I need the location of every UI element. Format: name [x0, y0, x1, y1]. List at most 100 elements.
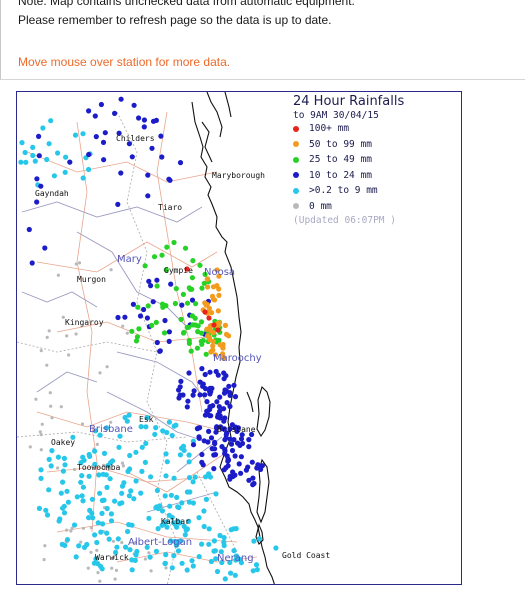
station-marker[interactable]	[133, 449, 139, 455]
station-marker[interactable]	[65, 528, 69, 532]
station-marker[interactable]	[195, 425, 202, 431]
station-marker[interactable]	[44, 512, 51, 518]
station-marker[interactable]	[227, 473, 233, 479]
station-marker[interactable]	[79, 473, 85, 479]
station-marker[interactable]	[232, 472, 238, 478]
station-marker[interactable]	[126, 522, 132, 528]
station-marker[interactable]	[182, 245, 189, 251]
station-marker[interactable]	[217, 532, 223, 539]
station-marker[interactable]	[101, 157, 107, 163]
station-marker[interactable]	[202, 309, 208, 315]
station-marker[interactable]	[176, 395, 182, 401]
station-marker[interactable]	[222, 437, 228, 443]
station-marker[interactable]	[197, 392, 203, 398]
station-marker[interactable]	[89, 526, 93, 530]
station-marker[interactable]	[48, 391, 52, 395]
station-marker[interactable]	[146, 278, 152, 284]
station-marker[interactable]	[81, 544, 88, 550]
station-marker[interactable]	[206, 305, 212, 311]
station-marker[interactable]	[86, 566, 90, 570]
station-marker[interactable]	[213, 491, 219, 497]
station-marker[interactable]	[149, 145, 155, 151]
station-marker[interactable]	[186, 340, 192, 346]
station-marker[interactable]	[227, 403, 233, 409]
station-marker[interactable]	[171, 423, 177, 429]
station-marker[interactable]	[145, 172, 151, 178]
station-marker[interactable]	[121, 464, 125, 468]
station-marker[interactable]	[171, 553, 177, 559]
station-marker[interactable]	[19, 140, 25, 146]
station-marker[interactable]	[168, 492, 174, 498]
station-marker[interactable]	[199, 541, 205, 547]
station-marker[interactable]	[163, 552, 169, 558]
station-marker[interactable]	[168, 281, 174, 287]
station-marker[interactable]	[86, 473, 92, 479]
station-marker[interactable]	[217, 413, 223, 419]
station-marker[interactable]	[199, 366, 205, 372]
station-marker[interactable]	[211, 548, 217, 554]
station-marker[interactable]	[162, 560, 168, 567]
station-marker[interactable]	[115, 314, 121, 321]
station-marker[interactable]	[56, 273, 61, 277]
station-marker[interactable]	[207, 369, 213, 375]
station-marker[interactable]	[175, 504, 181, 510]
station-marker[interactable]	[80, 175, 86, 181]
station-marker[interactable]	[178, 445, 185, 451]
station-marker[interactable]	[198, 319, 205, 325]
station-marker[interactable]	[192, 315, 198, 321]
station-marker[interactable]	[255, 462, 261, 468]
station-marker[interactable]	[86, 451, 92, 458]
station-marker[interactable]	[211, 538, 217, 544]
station-marker[interactable]	[128, 488, 134, 494]
station-marker[interactable]	[169, 432, 175, 439]
station-marker[interactable]	[179, 302, 185, 308]
station-marker[interactable]	[147, 554, 153, 560]
station-marker[interactable]	[253, 562, 260, 568]
station-marker[interactable]	[158, 133, 164, 139]
station-marker[interactable]	[150, 118, 157, 124]
station-marker[interactable]	[81, 526, 85, 530]
station-marker[interactable]	[110, 566, 114, 570]
station-marker[interactable]	[143, 424, 149, 430]
station-marker[interactable]	[112, 498, 118, 504]
station-marker[interactable]	[55, 454, 62, 460]
station-marker[interactable]	[93, 134, 99, 140]
station-marker[interactable]	[146, 515, 152, 521]
station-marker[interactable]	[143, 557, 147, 561]
station-marker[interactable]	[236, 461, 242, 467]
station-marker[interactable]	[222, 448, 228, 454]
station-marker[interactable]	[164, 429, 170, 436]
station-marker[interactable]	[210, 347, 216, 353]
station-marker[interactable]	[30, 152, 36, 159]
station-marker[interactable]	[238, 454, 244, 460]
station-marker[interactable]	[38, 430, 42, 434]
station-marker[interactable]	[212, 297, 218, 303]
station-marker[interactable]	[208, 413, 214, 419]
station-marker[interactable]	[178, 378, 184, 384]
station-marker[interactable]	[212, 439, 218, 445]
station-marker[interactable]	[120, 461, 124, 465]
station-marker[interactable]	[89, 496, 95, 502]
station-marker[interactable]	[159, 508, 165, 514]
station-marker[interactable]	[157, 348, 163, 354]
station-marker[interactable]	[172, 300, 178, 307]
station-marker[interactable]	[212, 446, 218, 452]
station-marker[interactable]	[107, 476, 113, 482]
station-marker[interactable]	[188, 348, 194, 354]
station-marker[interactable]	[29, 260, 35, 266]
station-marker[interactable]	[189, 275, 195, 281]
station-marker[interactable]	[138, 490, 144, 496]
station-marker[interactable]	[205, 284, 211, 290]
station-marker[interactable]	[40, 125, 46, 131]
station-marker[interactable]	[65, 334, 69, 338]
station-marker[interactable]	[222, 322, 228, 328]
station-marker[interactable]	[80, 422, 85, 426]
station-marker[interactable]	[189, 558, 195, 564]
station-marker[interactable]	[76, 543, 82, 549]
station-marker[interactable]	[246, 477, 252, 483]
station-marker[interactable]	[196, 435, 202, 441]
station-marker[interactable]	[142, 459, 148, 465]
station-marker[interactable]	[134, 334, 140, 340]
station-marker[interactable]	[100, 521, 106, 527]
station-marker[interactable]	[141, 124, 147, 130]
